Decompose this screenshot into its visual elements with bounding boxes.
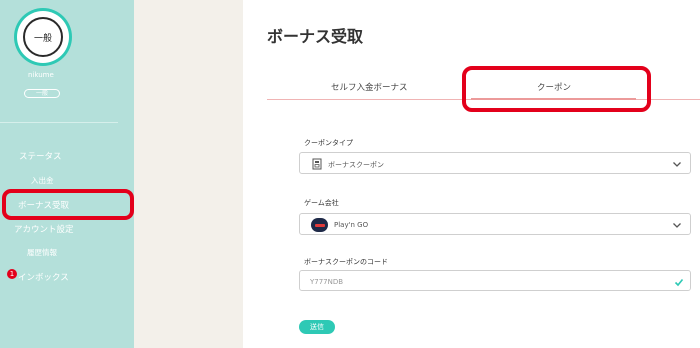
tab-highlight-annotation <box>462 66 651 112</box>
sidebar-item-history[interactable]: 履歴情報 <box>27 247 57 258</box>
sidebar-item-account-settings[interactable]: アカウント設定 <box>14 223 74 235</box>
game-company-value: Play'n GO <box>334 221 369 229</box>
playngo-logo <box>311 218 328 232</box>
coupon-code-input[interactable]: Y777NDB <box>299 270 691 291</box>
coupon-icon <box>312 158 322 170</box>
sidebar: 一般 nikume 一般 ステータス 入出金 ボーナス受取 アカウント設定 履歴… <box>0 0 134 348</box>
sidebar-highlight-annotation <box>2 189 134 220</box>
sidebar-divider <box>0 122 118 123</box>
main-panel: ボーナス受取 セルフ入金ボーナス クーポン クーポンタイプ ボーナスクーポン ゲ… <box>243 0 700 348</box>
game-company-select[interactable]: Play'n GO <box>299 213 691 235</box>
coupon-type-value: ボーナスクーポン <box>328 161 384 169</box>
avatar: 一般 <box>14 8 72 66</box>
chevron-down-icon <box>673 162 681 167</box>
sidebar-item-deposit-withdraw[interactable]: 入出金 <box>31 175 54 186</box>
coupon-type-select[interactable]: ボーナスクーポン <box>299 152 691 174</box>
sidebar-item-status[interactable]: ステータス <box>19 150 62 162</box>
tab-self-deposit-bonus[interactable]: セルフ入金ボーナス <box>331 81 408 93</box>
submit-button[interactable]: 送信 <box>299 320 335 334</box>
avatar-rank-label: 一般 <box>23 17 63 57</box>
inbox-count-badge: 1 <box>7 269 17 279</box>
coupon-code-label: ボーナスクーポンのコード <box>304 258 388 266</box>
chevron-down-icon <box>673 223 681 228</box>
coupon-code-value: Y777NDB <box>310 278 344 286</box>
coupon-type-label: クーポンタイプ <box>304 139 353 147</box>
check-icon <box>674 278 684 287</box>
rank-badge: 一般 <box>24 89 60 98</box>
username: nikume <box>28 71 54 79</box>
game-company-label: ゲーム会社 <box>304 199 339 207</box>
page-title: ボーナス受取 <box>267 27 364 46</box>
sidebar-item-inbox[interactable]: インボックス <box>18 271 69 283</box>
